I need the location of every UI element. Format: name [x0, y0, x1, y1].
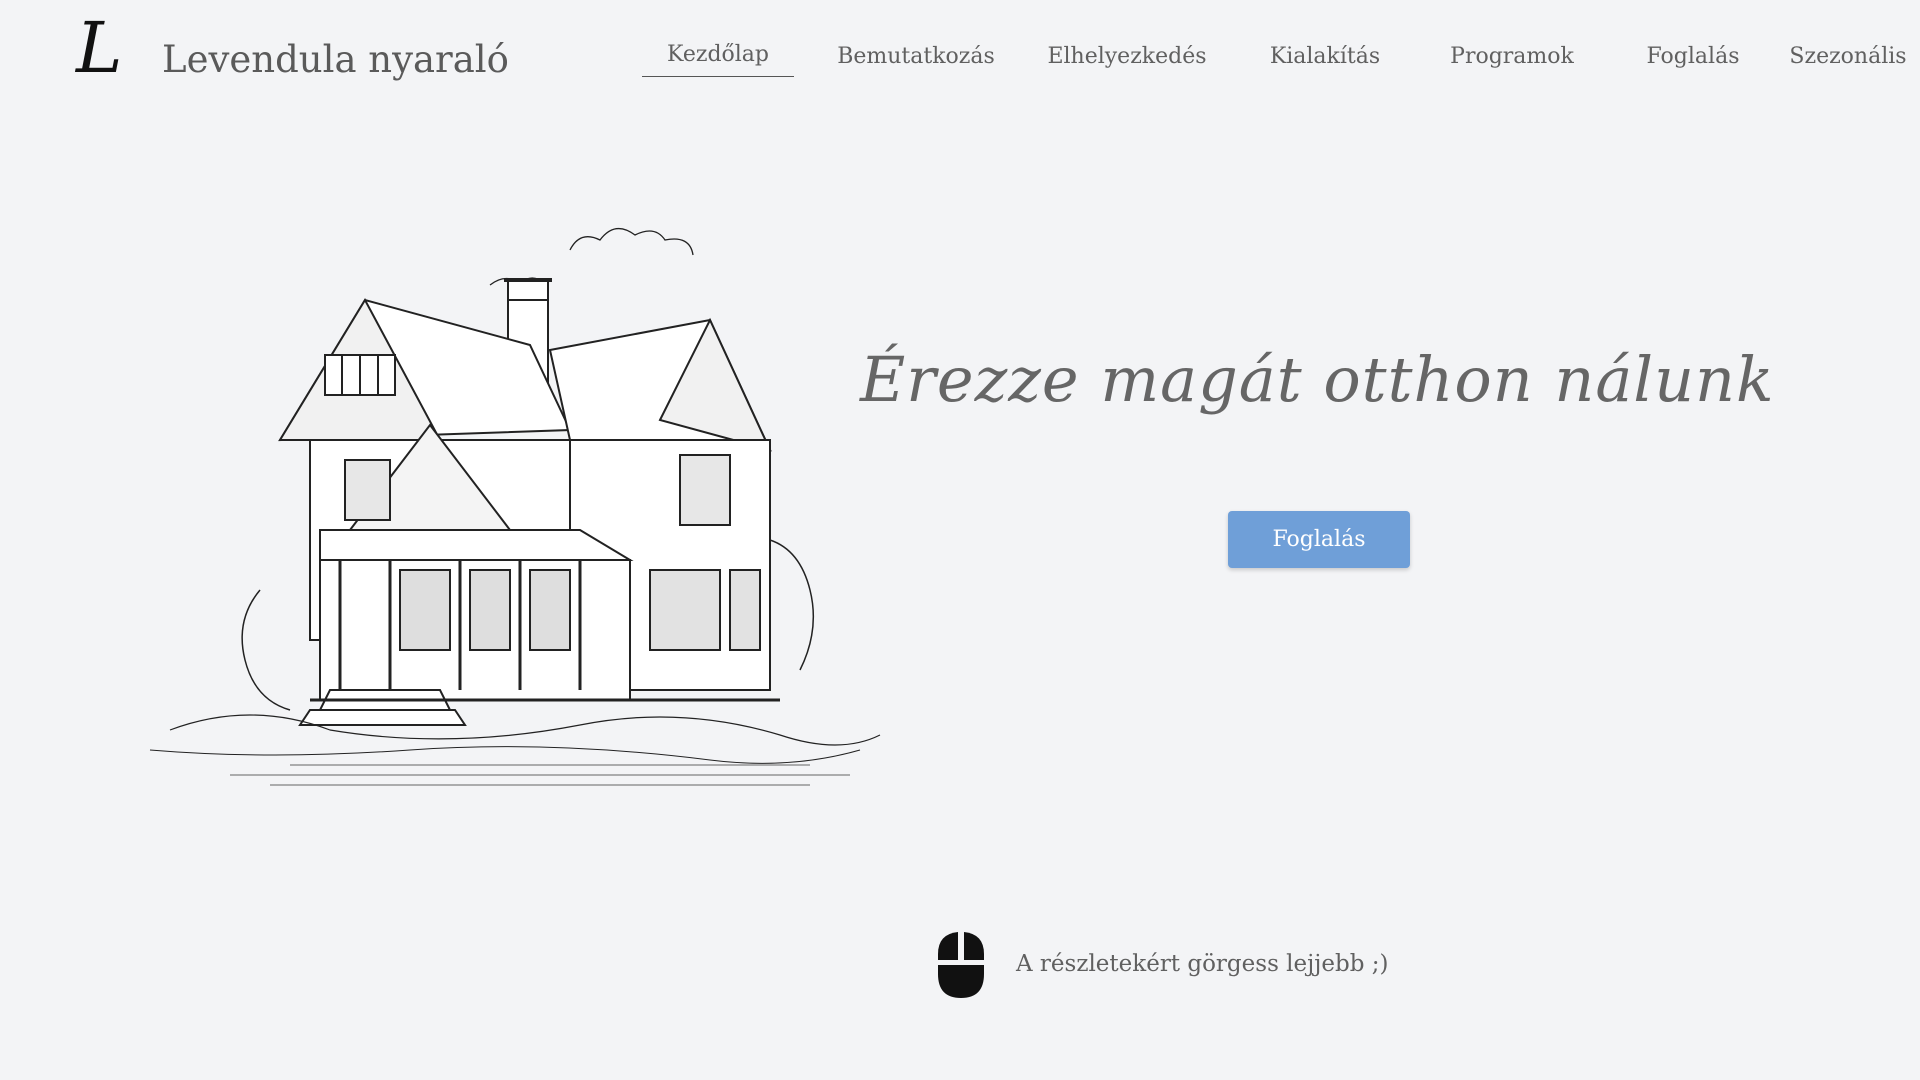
scroll-hint-text: A részletekért görgess lejjebb ;) [1016, 951, 1389, 977]
main-nav: Kezdőlap Bemutatkozás Elhelyezkedés Kial… [620, 36, 1920, 86]
page: L Levendula nyaraló Kezdőlap Bemutatkozá… [0, 0, 1920, 1080]
nav-item-seasonal[interactable]: Szezonális [1785, 36, 1911, 78]
nav-item-booking[interactable]: Foglalás [1623, 36, 1763, 78]
nav-item-home[interactable]: Kezdőlap [642, 34, 794, 77]
nav-item-programs[interactable]: Programok [1428, 36, 1596, 78]
mouse-icon [938, 932, 984, 998]
nav-item-layout[interactable]: Kialakítás [1250, 36, 1400, 78]
hero-tagline: Érezze magát otthon nálunk [860, 343, 1775, 416]
house-sketch-illustration [149, 228, 881, 786]
scroll-hint: A részletekért görgess lejjebb ;) [936, 930, 1396, 1000]
booking-button[interactable]: Foglalás [1228, 511, 1410, 568]
logo-icon[interactable]: L [76, 8, 132, 88]
nav-item-location[interactable]: Elhelyezkedés [1028, 36, 1226, 78]
site-title[interactable]: Levendula nyaraló [162, 30, 509, 90]
site-header: L Levendula nyaraló Kezdőlap Bemutatkozá… [0, 0, 1920, 120]
nav-item-intro[interactable]: Bemutatkozás [826, 36, 1006, 78]
